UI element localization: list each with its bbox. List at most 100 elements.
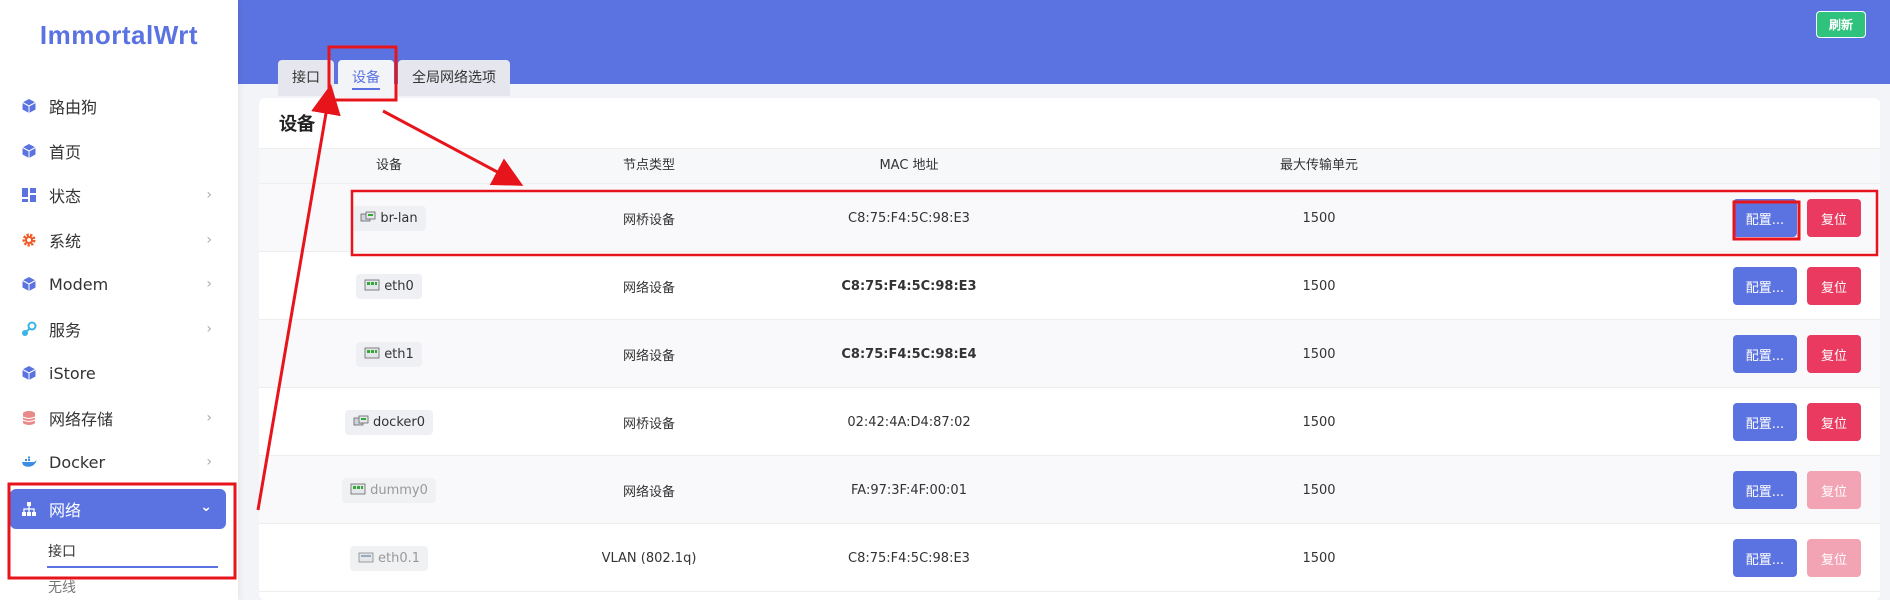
sidebar-item-8[interactable]: Docker ›: [0, 440, 238, 485]
type-cell: 网桥设备: [622, 416, 675, 432]
sidebar: ImmortalWrt 路由狗 首页 状态 › 系统 › Modem › 服务 › iStore 网络…: [0, 0, 238, 600]
column-header-mtu: 最大传输单元: [1279, 158, 1358, 173]
bridge-icon: [360, 211, 376, 225]
configure-button[interactable]: 配置...: [1733, 199, 1797, 237]
reset-button[interactable]: 复位: [1807, 403, 1861, 441]
chevron-down-icon: ⌄: [200, 498, 212, 515]
chevron-right-icon: ›: [206, 231, 212, 248]
device-cell: eth0: [319, 252, 459, 320]
configure-button[interactable]: 配置...: [1733, 403, 1797, 441]
chevron-right-icon: ›: [206, 187, 212, 203]
device-badge: eth0: [356, 273, 422, 299]
table-header: 设备 节点类型 MAC 地址 最大传输单元: [259, 148, 1880, 184]
configure-button[interactable]: 配置...: [1733, 471, 1797, 509]
tab-0[interactable]: 接口: [278, 60, 334, 96]
column-header-type: 节点类型: [622, 158, 675, 173]
chevron-right-icon: ›: [206, 454, 212, 470]
device-cell: docker0: [319, 388, 459, 456]
device-badge: eth0.1: [349, 545, 428, 571]
mac-cell: C8:75:F4:5C:98:E4: [841, 346, 977, 362]
type-cell: VLAN (802.1q): [601, 550, 697, 566]
sidebar-item-5[interactable]: 服务 ›: [0, 307, 238, 352]
sidebar-menu: 路由狗 首页 状态 › 系统 › Modem › 服务 › iStore 网络存储 › Docker › 网络…: [0, 84, 238, 529]
table-row: eth0 网络设备 C8:75:F4:5C:98:E3 1500 配置... 复位: [259, 252, 1880, 320]
sidebar-item-2[interactable]: 状态 ›: [0, 173, 238, 218]
table-row: dummy0 网络设备 FA:97:3F:4F:00:01 1500 配置... 复位: [259, 456, 1880, 524]
device-name: eth0: [384, 278, 414, 294]
ethernet-icon: [364, 347, 380, 361]
sidebar-item-7[interactable]: 网络存储 ›: [0, 396, 238, 441]
chevron-right-icon: ›: [206, 320, 212, 337]
tab-bar: 接口 设备 全局网络选项: [278, 60, 514, 96]
chevron-right-icon: ›: [206, 276, 212, 292]
mtu-cell: 1500: [1302, 414, 1336, 430]
sidebar-item-label: Modem: [49, 274, 109, 294]
table-row: docker0 网桥设备 02:42:4A:D4:87:02 1500 配置... 复位: [259, 388, 1880, 456]
mac-cell: C8:75:F4:5C:98:E3: [848, 210, 970, 226]
ethernet-icon: [364, 279, 380, 293]
device-cell: br-lan: [319, 184, 459, 252]
device-badge: dummy0: [342, 477, 436, 503]
app-logo[interactable]: ImmortalWrt: [0, 20, 238, 51]
sidebar-item-label: iStore: [49, 363, 96, 383]
sidebar-item-0[interactable]: 路由狗: [0, 84, 238, 129]
device-cell: dummy0: [319, 456, 459, 524]
sidebar-item-label: 状态: [49, 187, 82, 207]
device-badge: eth1: [356, 341, 422, 367]
cube-icon: [20, 142, 38, 160]
sidebar-item-label: Docker: [49, 452, 106, 472]
mtu-cell: 1500: [1302, 482, 1336, 498]
device-name: br-lan: [380, 210, 418, 226]
sidebar-subitem-0[interactable]: 接口: [0, 534, 238, 570]
sidebar-item-3[interactable]: 系统 ›: [0, 218, 238, 263]
reset-button[interactable]: 复位: [1807, 199, 1861, 237]
bridge-icon: [353, 415, 369, 429]
device-name: dummy0: [370, 482, 428, 498]
sidebar-item-label: 路由狗: [49, 98, 98, 118]
table-row: eth1 网络设备 C8:75:F4:5C:98:E4 1500 配置... 复位: [259, 320, 1880, 388]
sidebar-item-label: 首页: [49, 142, 82, 162]
type-cell: 网络设备: [622, 484, 675, 500]
sidebar-item-label: 网络存储: [49, 409, 114, 429]
card-title: 设备: [279, 114, 315, 135]
table-row: eth0.1 VLAN (802.1q) C8:75:F4:5C:98:E3 1500…: [259, 524, 1880, 592]
ethernet-icon: [350, 483, 366, 497]
type-cell: 网络设备: [622, 280, 675, 296]
sidebar-item-6[interactable]: iStore: [0, 351, 238, 396]
services-icon: [20, 320, 38, 338]
reset-button[interactable]: 复位: [1807, 539, 1861, 577]
gear-icon: [20, 231, 38, 249]
device-name: eth0.1: [377, 550, 420, 566]
refresh-button[interactable]: 刷新: [1815, 11, 1866, 38]
sidebar-submenu-network: 接口 无线: [0, 534, 238, 600]
configure-button[interactable]: 配置...: [1733, 335, 1797, 373]
device-name: docker0: [372, 414, 426, 430]
cube-icon: [20, 275, 38, 293]
sidebar-item-1[interactable]: 首页: [0, 129, 238, 174]
reset-button[interactable]: 复位: [1807, 267, 1861, 305]
configure-button[interactable]: 配置...: [1733, 267, 1797, 305]
vlan-icon: [358, 551, 374, 565]
database-icon: [20, 409, 38, 427]
device-badge: docker0: [344, 409, 434, 435]
device-cell: eth0.1: [319, 524, 459, 592]
reset-button[interactable]: 复位: [1807, 335, 1861, 373]
sidebar-item-4[interactable]: Modem ›: [0, 262, 238, 307]
configure-button[interactable]: 配置...: [1733, 539, 1797, 577]
sidebar-item-label: 服务: [49, 320, 82, 340]
tab-2[interactable]: 全局网络选项: [398, 60, 510, 96]
sidebar-item-9[interactable]: 网络 ⌄: [10, 488, 226, 529]
device-badge: br-lan: [352, 205, 426, 231]
mac-cell: FA:97:3F:4F:00:01: [851, 482, 967, 498]
chevron-right-icon: ›: [206, 409, 212, 426]
device-cell: eth1: [319, 320, 459, 388]
tab-1[interactable]: 设备: [338, 60, 394, 96]
device-name: eth1: [384, 346, 414, 362]
sidebar-item-label: 网络: [49, 500, 82, 520]
mac-cell: C8:75:F4:5C:98:E3: [841, 278, 977, 294]
dashboard-icon: [20, 186, 38, 204]
mtu-cell: 1500: [1302, 346, 1336, 362]
mtu-cell: 1500: [1302, 550, 1336, 566]
sidebar-subitem-1[interactable]: 无线: [0, 570, 238, 600]
reset-button[interactable]: 复位: [1807, 471, 1861, 509]
